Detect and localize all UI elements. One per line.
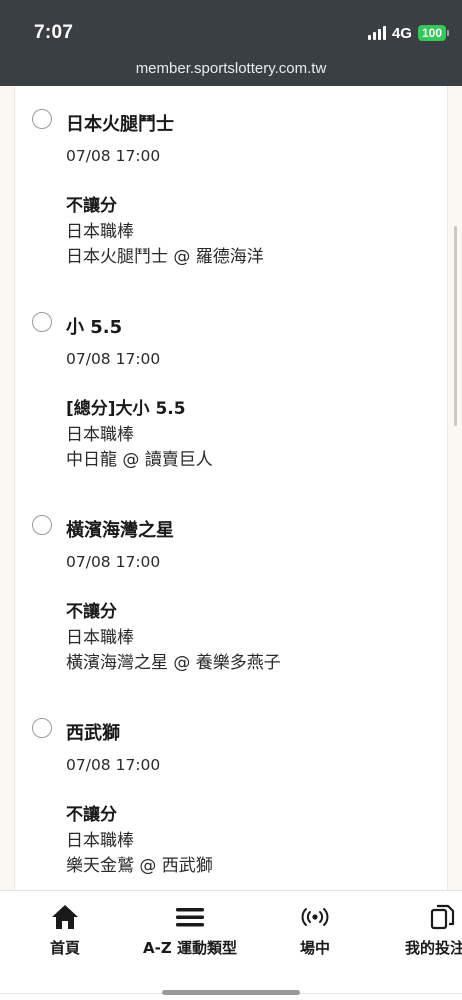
status-bar: 7:07 4G 100 member.sportslottery.com.tw	[0, 0, 462, 86]
bet-league: 日本職棒	[66, 831, 134, 851]
documents-icon	[430, 904, 455, 930]
bet-selection: 小 5.5	[66, 317, 123, 338]
nav-az-sports[interactable]: A-Z 運動類型	[130, 891, 250, 971]
home-indicator[interactable]	[162, 990, 300, 995]
bet-market: 不讓分	[66, 805, 117, 825]
signal-icon	[367, 26, 386, 40]
bet-match: 橫濱海灣之星 @ 養樂多燕子	[66, 653, 281, 673]
bet-list-card: 日本火腿鬥士 07/08 17:00 不讓分 日本職棒 日本火腿鬥士 @ 羅德海…	[14, 86, 448, 890]
radio-button[interactable]	[32, 718, 52, 738]
menu-icon	[176, 908, 204, 927]
bet-match: 日本火腿鬥士 @ 羅德海洋	[66, 247, 264, 267]
scrollbar[interactable]	[454, 226, 457, 426]
bet-selection: 西武獅	[66, 723, 120, 744]
bet-datetime: 07/08 17:00	[66, 756, 161, 774]
bet-match: 樂天金鷲 @ 西武獅	[66, 856, 213, 876]
bet-match: 中日龍 @ 讀賣巨人	[66, 450, 213, 470]
bet-datetime: 07/08 17:00	[66, 350, 161, 368]
radio-button[interactable]	[32, 109, 52, 129]
status-time: 7:07	[34, 22, 74, 43]
status-indicators: 4G 100	[367, 24, 450, 42]
nav-live[interactable]: 場中	[270, 891, 360, 971]
bottom-nav: 首頁 A-Z 運動類型 場中 我的投注	[0, 890, 462, 1000]
battery-icon: 100	[417, 25, 450, 41]
bet-datetime: 07/08 17:00	[66, 147, 161, 165]
radio-button[interactable]	[32, 515, 52, 535]
nav-live-label: 場中	[299, 939, 331, 957]
bet-league: 日本職棒	[66, 222, 134, 242]
bet-list-area[interactable]: 日本火腿鬥士 07/08 17:00 不讓分 日本職棒 日本火腿鬥士 @ 羅德海…	[0, 86, 462, 890]
bet-market: 不讓分	[66, 602, 117, 622]
nav-my-bets[interactable]: 我的投注	[398, 891, 462, 971]
radio-button[interactable]	[32, 312, 52, 332]
bet-league: 日本職棒	[66, 628, 134, 648]
nav-my-bets-label: 我的投注	[405, 939, 462, 957]
bet-selection: 橫濱海灣之星	[66, 520, 174, 541]
address-bar-url[interactable]: member.sportslottery.com.tw	[0, 60, 462, 77]
network-type: 4G	[391, 24, 412, 42]
bet-selection: 日本火腿鬥士	[66, 114, 174, 135]
home-icon	[52, 905, 78, 929]
bet-league: 日本職棒	[66, 425, 134, 445]
live-broadcast-icon	[301, 908, 329, 926]
bet-market: 不讓分	[66, 196, 117, 216]
bet-market: [總分]大小 5.5	[66, 399, 186, 419]
nav-home-label: 首頁	[49, 939, 81, 957]
nav-home[interactable]: 首頁	[20, 891, 110, 971]
nav-az-sports-label: A-Z 運動類型	[143, 939, 237, 957]
bet-datetime: 07/08 17:00	[66, 553, 161, 571]
